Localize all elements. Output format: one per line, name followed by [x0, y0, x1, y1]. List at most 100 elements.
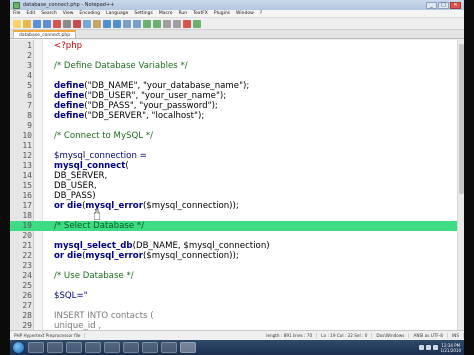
taskbar-app-button[interactable] [180, 342, 196, 353]
code-token: mysql_select_db [54, 241, 133, 251]
taskbar-app-button[interactable] [161, 342, 177, 353]
code-line-highlighted[interactable]: 19 /* Select Database */ [10, 221, 457, 231]
tab-database-connect[interactable]: database_connect.php [13, 30, 77, 38]
menu-search[interactable]: Search [41, 11, 56, 16]
code-line[interactable]: 16 DB_PASS) [10, 191, 457, 201]
line-number: 4 [27, 71, 32, 80]
status-mode: INS [448, 333, 464, 338]
code-token: ($mysql_connection)); [142, 251, 239, 261]
network-icon[interactable] [419, 345, 425, 350]
code-line[interactable]: 8 define("DB_SERVER", "localhost"); [10, 111, 457, 121]
flag-icon[interactable] [433, 345, 439, 350]
volume-icon[interactable] [426, 345, 432, 350]
menu-help[interactable]: ? [260, 11, 262, 16]
vertical-scrollbar[interactable] [457, 40, 464, 330]
undo-icon[interactable] [103, 19, 111, 28]
code-line[interactable]: 18 [10, 211, 457, 221]
code-token: unique_id , [54, 321, 102, 330]
redo-icon[interactable] [113, 19, 121, 28]
menu-window[interactable]: Window [236, 11, 254, 16]
save-icon[interactable] [33, 19, 41, 28]
code-line[interactable]: 11 [10, 141, 457, 151]
code-line[interactable]: 17 or die(mysql_error($mysql_connection))… [10, 201, 457, 211]
code-line[interactable]: 9 [10, 121, 457, 131]
code-line[interactable]: 29 unique_id , [10, 321, 457, 330]
indent-icon[interactable] [173, 19, 181, 28]
play-icon[interactable] [193, 19, 201, 28]
zoom-out-icon[interactable] [153, 19, 161, 28]
mouse-cursor-icon [94, 209, 100, 220]
code-line[interactable]: 13 mysql_connect( [10, 161, 457, 171]
menu-settings[interactable]: Settings [134, 11, 152, 16]
code-line[interactable]: 14 DB_SERVER, [10, 171, 457, 181]
taskbar-app-button[interactable] [47, 342, 63, 353]
cut-icon[interactable] [73, 19, 81, 28]
close-icon[interactable] [53, 19, 61, 28]
menu-view[interactable]: View [63, 11, 74, 16]
menu-edit[interactable]: Edit [27, 11, 36, 16]
start-button[interactable] [12, 341, 25, 354]
code-line[interactable]: 12 $mysql_connection = [10, 151, 457, 161]
replace-icon[interactable] [133, 19, 141, 28]
code-line[interactable]: 27 [10, 301, 457, 311]
code-token: /* Select Database */ [54, 221, 145, 231]
code-line[interactable]: 3 /* Define Database Variables */ [10, 61, 457, 71]
maximize-button[interactable]: □ [438, 1, 449, 9]
menu-language[interactable]: Language [106, 11, 128, 16]
code-line[interactable]: 2 [10, 51, 457, 61]
code-line[interactable]: 4 [10, 71, 457, 81]
minimize-button[interactable]: _ [426, 1, 437, 9]
code-token: <?php [54, 41, 83, 51]
menu-plugins[interactable]: Plugins [214, 11, 230, 16]
menu-run[interactable]: Run [178, 11, 187, 16]
code-token: define [54, 91, 85, 101]
zoom-in-icon[interactable] [143, 19, 151, 28]
code-line[interactable]: 28 INSERT INTO contacts ( [10, 311, 457, 321]
taskbar-app-button[interactable] [123, 342, 139, 353]
close-button[interactable]: ✕ [450, 1, 461, 9]
code-line[interactable]: 5 define("DB_NAME", "your_database_name")… [10, 81, 457, 91]
save-all-icon[interactable] [43, 19, 51, 28]
menu-file[interactable]: File [13, 11, 21, 16]
code-line[interactable]: 6 define("DB_USER", "your_user_name"); [10, 91, 457, 101]
wrap-icon[interactable] [163, 19, 171, 28]
copy-icon[interactable] [83, 19, 91, 28]
scrollbar-thumb[interactable] [459, 44, 464, 194]
taskbar-app-button[interactable] [142, 342, 158, 353]
code-line[interactable]: 15 DB_USER, [10, 181, 457, 191]
menu-textfx[interactable]: TextFX [193, 11, 208, 16]
code-line[interactable]: 20 [10, 231, 457, 241]
taskbar-app-button[interactable] [104, 342, 120, 353]
menu-macro[interactable]: Macro [159, 11, 173, 16]
line-number: 24 [22, 271, 32, 280]
code-line[interactable]: 23 [10, 261, 457, 271]
line-number: 29 [22, 321, 32, 330]
open-icon[interactable] [23, 19, 31, 28]
menu-encoding[interactable]: Encoding [79, 11, 100, 16]
code-line[interactable]: 10 /* Connect to MySQL */ [10, 131, 457, 141]
code-editor[interactable]: 1 <?php 2 3 /* Define Database Variables */ 4… [10, 40, 464, 330]
line-number: 3 [27, 61, 32, 70]
taskbar-app-button[interactable] [85, 342, 101, 353]
code-token: DB_USER, [54, 181, 97, 191]
line-number: 17 [22, 201, 32, 210]
code-text: INSERT INTO contacts ( [54, 311, 154, 321]
taskbar-app-button[interactable] [28, 342, 44, 353]
record-icon[interactable] [183, 19, 191, 28]
code-text: mysql_select_db(DB_NAME, $mysql_connecti… [54, 241, 270, 251]
code-line[interactable]: 22 or die(mysql_error($mysql_connection))… [10, 251, 457, 261]
code-line[interactable]: 26 $SQL=" [10, 291, 457, 301]
code-token: define [54, 81, 85, 91]
clock[interactable]: 12:34 PM 1/21/2010 [440, 343, 461, 353]
code-line[interactable]: 21 mysql_select_db(DB_NAME, $mysql_connec… [10, 241, 457, 251]
new-icon[interactable] [13, 19, 21, 28]
code-line[interactable]: 7 define("DB_PASS", "your_password"); [10, 101, 457, 111]
code-line[interactable]: 1 <?php [10, 41, 457, 51]
paste-icon[interactable] [93, 19, 101, 28]
print-icon[interactable] [63, 19, 71, 28]
find-icon[interactable] [123, 19, 131, 28]
line-number: 6 [27, 91, 32, 100]
taskbar-app-button[interactable] [66, 342, 82, 353]
code-line[interactable]: 24 /* Use Database */ [10, 271, 457, 281]
code-line[interactable]: 25 [10, 281, 457, 291]
